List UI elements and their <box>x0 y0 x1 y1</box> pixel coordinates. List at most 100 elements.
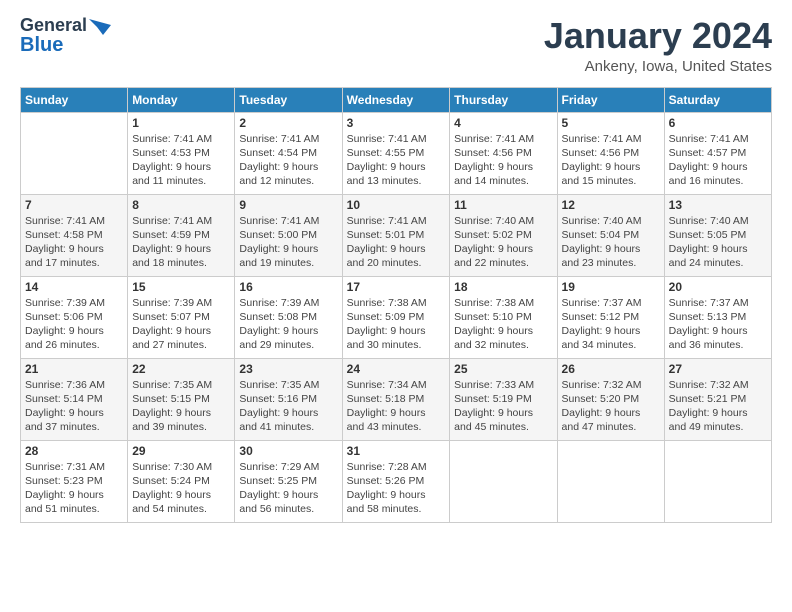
col-monday: Monday <box>128 87 235 112</box>
day-number: 25 <box>454 362 552 376</box>
col-wednesday: Wednesday <box>342 87 450 112</box>
calendar-cell: 26 Sunrise: 7:32 AMSunset: 5:20 PMDayligh… <box>557 358 664 440</box>
day-info: Sunrise: 7:38 AMSunset: 5:10 PMDaylight:… <box>454 296 552 353</box>
day-number: 10 <box>347 198 446 212</box>
calendar-cell: 7 Sunrise: 7:41 AMSunset: 4:58 PMDaylight… <box>21 194 128 276</box>
day-info: Sunrise: 7:40 AMSunset: 5:05 PMDaylight:… <box>669 214 767 271</box>
col-thursday: Thursday <box>450 87 557 112</box>
calendar-cell: 19 Sunrise: 7:37 AMSunset: 5:12 PMDayligh… <box>557 276 664 358</box>
day-info: Sunrise: 7:40 AMSunset: 5:04 PMDaylight:… <box>562 214 660 271</box>
logo-bird-icon <box>89 19 111 35</box>
day-number: 7 <box>25 198 123 212</box>
day-number: 21 <box>25 362 123 376</box>
day-info: Sunrise: 7:32 AMSunset: 5:20 PMDaylight:… <box>562 378 660 435</box>
col-friday: Friday <box>557 87 664 112</box>
calendar-cell: 8 Sunrise: 7:41 AMSunset: 4:59 PMDaylight… <box>128 194 235 276</box>
day-number: 31 <box>347 444 446 458</box>
day-info: Sunrise: 7:35 AMSunset: 5:16 PMDaylight:… <box>239 378 337 435</box>
calendar-cell: 16 Sunrise: 7:39 AMSunset: 5:08 PMDayligh… <box>235 276 342 358</box>
calendar-cell <box>557 440 664 522</box>
calendar-cell <box>450 440 557 522</box>
calendar-cell: 30 Sunrise: 7:29 AMSunset: 5:25 PMDayligh… <box>235 440 342 522</box>
calendar-cell: 17Sunrise: 7:38 AMSunset: 5:09 PMDayligh… <box>342 276 450 358</box>
day-info: Sunrise: 7:28 AMSunset: 5:26 PMDaylight:… <box>347 460 446 517</box>
month-title: January 2024 <box>544 16 772 56</box>
day-info: Sunrise: 7:41 AMSunset: 4:56 PMDaylight:… <box>562 132 660 189</box>
calendar-cell: 6Sunrise: 7:41 AMSunset: 4:57 PMDaylight… <box>664 112 771 194</box>
day-info: Sunrise: 7:39 AMSunset: 5:08 PMDaylight:… <box>239 296 337 353</box>
day-number: 29 <box>132 444 230 458</box>
day-number: 26 <box>562 362 660 376</box>
calendar-cell: 1 Sunrise: 7:41 AMSunset: 4:53 PMDaylight… <box>128 112 235 194</box>
day-number: 8 <box>132 198 230 212</box>
calendar-week-row: 1 Sunrise: 7:41 AMSunset: 4:53 PMDaylight… <box>21 112 772 194</box>
calendar-cell: 25Sunrise: 7:33 AMSunset: 5:19 PMDayligh… <box>450 358 557 440</box>
calendar-cell: 10 Sunrise: 7:41 AMSunset: 5:01 PMDayligh… <box>342 194 450 276</box>
calendar-week-row: 14 Sunrise: 7:39 AMSunset: 5:06 PMDayligh… <box>21 276 772 358</box>
day-info: Sunrise: 7:39 AMSunset: 5:06 PMDaylight:… <box>25 296 123 353</box>
calendar-header-row: Sunday Monday Tuesday Wednesday Thursday… <box>21 87 772 112</box>
day-number: 22 <box>132 362 230 376</box>
day-info: Sunrise: 7:39 AMSunset: 5:07 PMDaylight:… <box>132 296 230 353</box>
day-number: 2 <box>239 116 337 130</box>
day-number: 16 <box>239 280 337 294</box>
day-info: Sunrise: 7:30 AMSunset: 5:24 PMDaylight:… <box>132 460 230 517</box>
day-info: Sunrise: 7:40 AMSunset: 5:02 PMDaylight:… <box>454 214 552 271</box>
calendar-cell: 11Sunrise: 7:40 AMSunset: 5:02 PMDayligh… <box>450 194 557 276</box>
day-info: Sunrise: 7:41 AMSunset: 4:55 PMDaylight:… <box>347 132 446 189</box>
calendar-cell <box>664 440 771 522</box>
day-number: 20 <box>669 280 767 294</box>
day-info: Sunrise: 7:29 AMSunset: 5:25 PMDaylight:… <box>239 460 337 517</box>
day-number: 9 <box>239 198 337 212</box>
calendar-cell: 28Sunrise: 7:31 AMSunset: 5:23 PMDayligh… <box>21 440 128 522</box>
day-info: Sunrise: 7:37 AMSunset: 5:13 PMDaylight:… <box>669 296 767 353</box>
calendar-cell: 13Sunrise: 7:40 AMSunset: 5:05 PMDayligh… <box>664 194 771 276</box>
calendar-cell: 9Sunrise: 7:41 AMSunset: 5:00 PMDaylight… <box>235 194 342 276</box>
day-info: Sunrise: 7:41 AMSunset: 4:53 PMDaylight:… <box>132 132 230 189</box>
page-container: General Blue January 2024 Ankeny, Iowa, … <box>0 0 792 533</box>
day-info: Sunrise: 7:36 AMSunset: 5:14 PMDaylight:… <box>25 378 123 435</box>
logo: General Blue <box>20 16 111 56</box>
day-info: Sunrise: 7:41 AMSunset: 4:57 PMDaylight:… <box>669 132 767 189</box>
day-number: 30 <box>239 444 337 458</box>
day-number: 14 <box>25 280 123 294</box>
day-number: 17 <box>347 280 446 294</box>
day-info: Sunrise: 7:37 AMSunset: 5:12 PMDaylight:… <box>562 296 660 353</box>
calendar-cell: 15Sunrise: 7:39 AMSunset: 5:07 PMDayligh… <box>128 276 235 358</box>
col-saturday: Saturday <box>664 87 771 112</box>
calendar-cell: 24 Sunrise: 7:34 AMSunset: 5:18 PMDayligh… <box>342 358 450 440</box>
logo-text-blue: Blue <box>20 34 63 56</box>
day-number: 5 <box>562 116 660 130</box>
day-info: Sunrise: 7:31 AMSunset: 5:23 PMDaylight:… <box>25 460 123 517</box>
day-info: Sunrise: 7:41 AMSunset: 4:54 PMDaylight:… <box>239 132 337 189</box>
day-number: 24 <box>347 362 446 376</box>
title-block: January 2024 Ankeny, Iowa, United States <box>544 16 772 75</box>
calendar-cell: 21 Sunrise: 7:36 AMSunset: 5:14 PMDayligh… <box>21 358 128 440</box>
calendar-week-row: 7 Sunrise: 7:41 AMSunset: 4:58 PMDaylight… <box>21 194 772 276</box>
day-number: 19 <box>562 280 660 294</box>
calendar-cell <box>21 112 128 194</box>
calendar-cell: 2 Sunrise: 7:41 AMSunset: 4:54 PMDaylight… <box>235 112 342 194</box>
day-number: 1 <box>132 116 230 130</box>
calendar-cell: 29 Sunrise: 7:30 AMSunset: 5:24 PMDayligh… <box>128 440 235 522</box>
calendar-cell: 31 Sunrise: 7:28 AMSunset: 5:26 PMDayligh… <box>342 440 450 522</box>
calendar-week-row: 28Sunrise: 7:31 AMSunset: 5:23 PMDayligh… <box>21 440 772 522</box>
day-info: Sunrise: 7:41 AMSunset: 5:01 PMDaylight:… <box>347 214 446 271</box>
location: Ankeny, Iowa, United States <box>544 58 772 75</box>
day-info: Sunrise: 7:35 AMSunset: 5:15 PMDaylight:… <box>132 378 230 435</box>
calendar-cell: 14 Sunrise: 7:39 AMSunset: 5:06 PMDayligh… <box>21 276 128 358</box>
calendar-cell: 3Sunrise: 7:41 AMSunset: 4:55 PMDaylight… <box>342 112 450 194</box>
calendar-week-row: 21 Sunrise: 7:36 AMSunset: 5:14 PMDayligh… <box>21 358 772 440</box>
day-info: Sunrise: 7:32 AMSunset: 5:21 PMDaylight:… <box>669 378 767 435</box>
day-number: 12 <box>562 198 660 212</box>
calendar-cell: 5 Sunrise: 7:41 AMSunset: 4:56 PMDaylight… <box>557 112 664 194</box>
calendar-cell: 22 Sunrise: 7:35 AMSunset: 5:15 PMDayligh… <box>128 358 235 440</box>
day-info: Sunrise: 7:41 AMSunset: 4:58 PMDaylight:… <box>25 214 123 271</box>
day-info: Sunrise: 7:34 AMSunset: 5:18 PMDaylight:… <box>347 378 446 435</box>
day-number: 23 <box>239 362 337 376</box>
day-number: 18 <box>454 280 552 294</box>
day-info: Sunrise: 7:41 AMSunset: 4:59 PMDaylight:… <box>132 214 230 271</box>
day-number: 4 <box>454 116 552 130</box>
calendar-table: Sunday Monday Tuesday Wednesday Thursday… <box>20 87 772 523</box>
calendar-cell: 4Sunrise: 7:41 AMSunset: 4:56 PMDaylight… <box>450 112 557 194</box>
